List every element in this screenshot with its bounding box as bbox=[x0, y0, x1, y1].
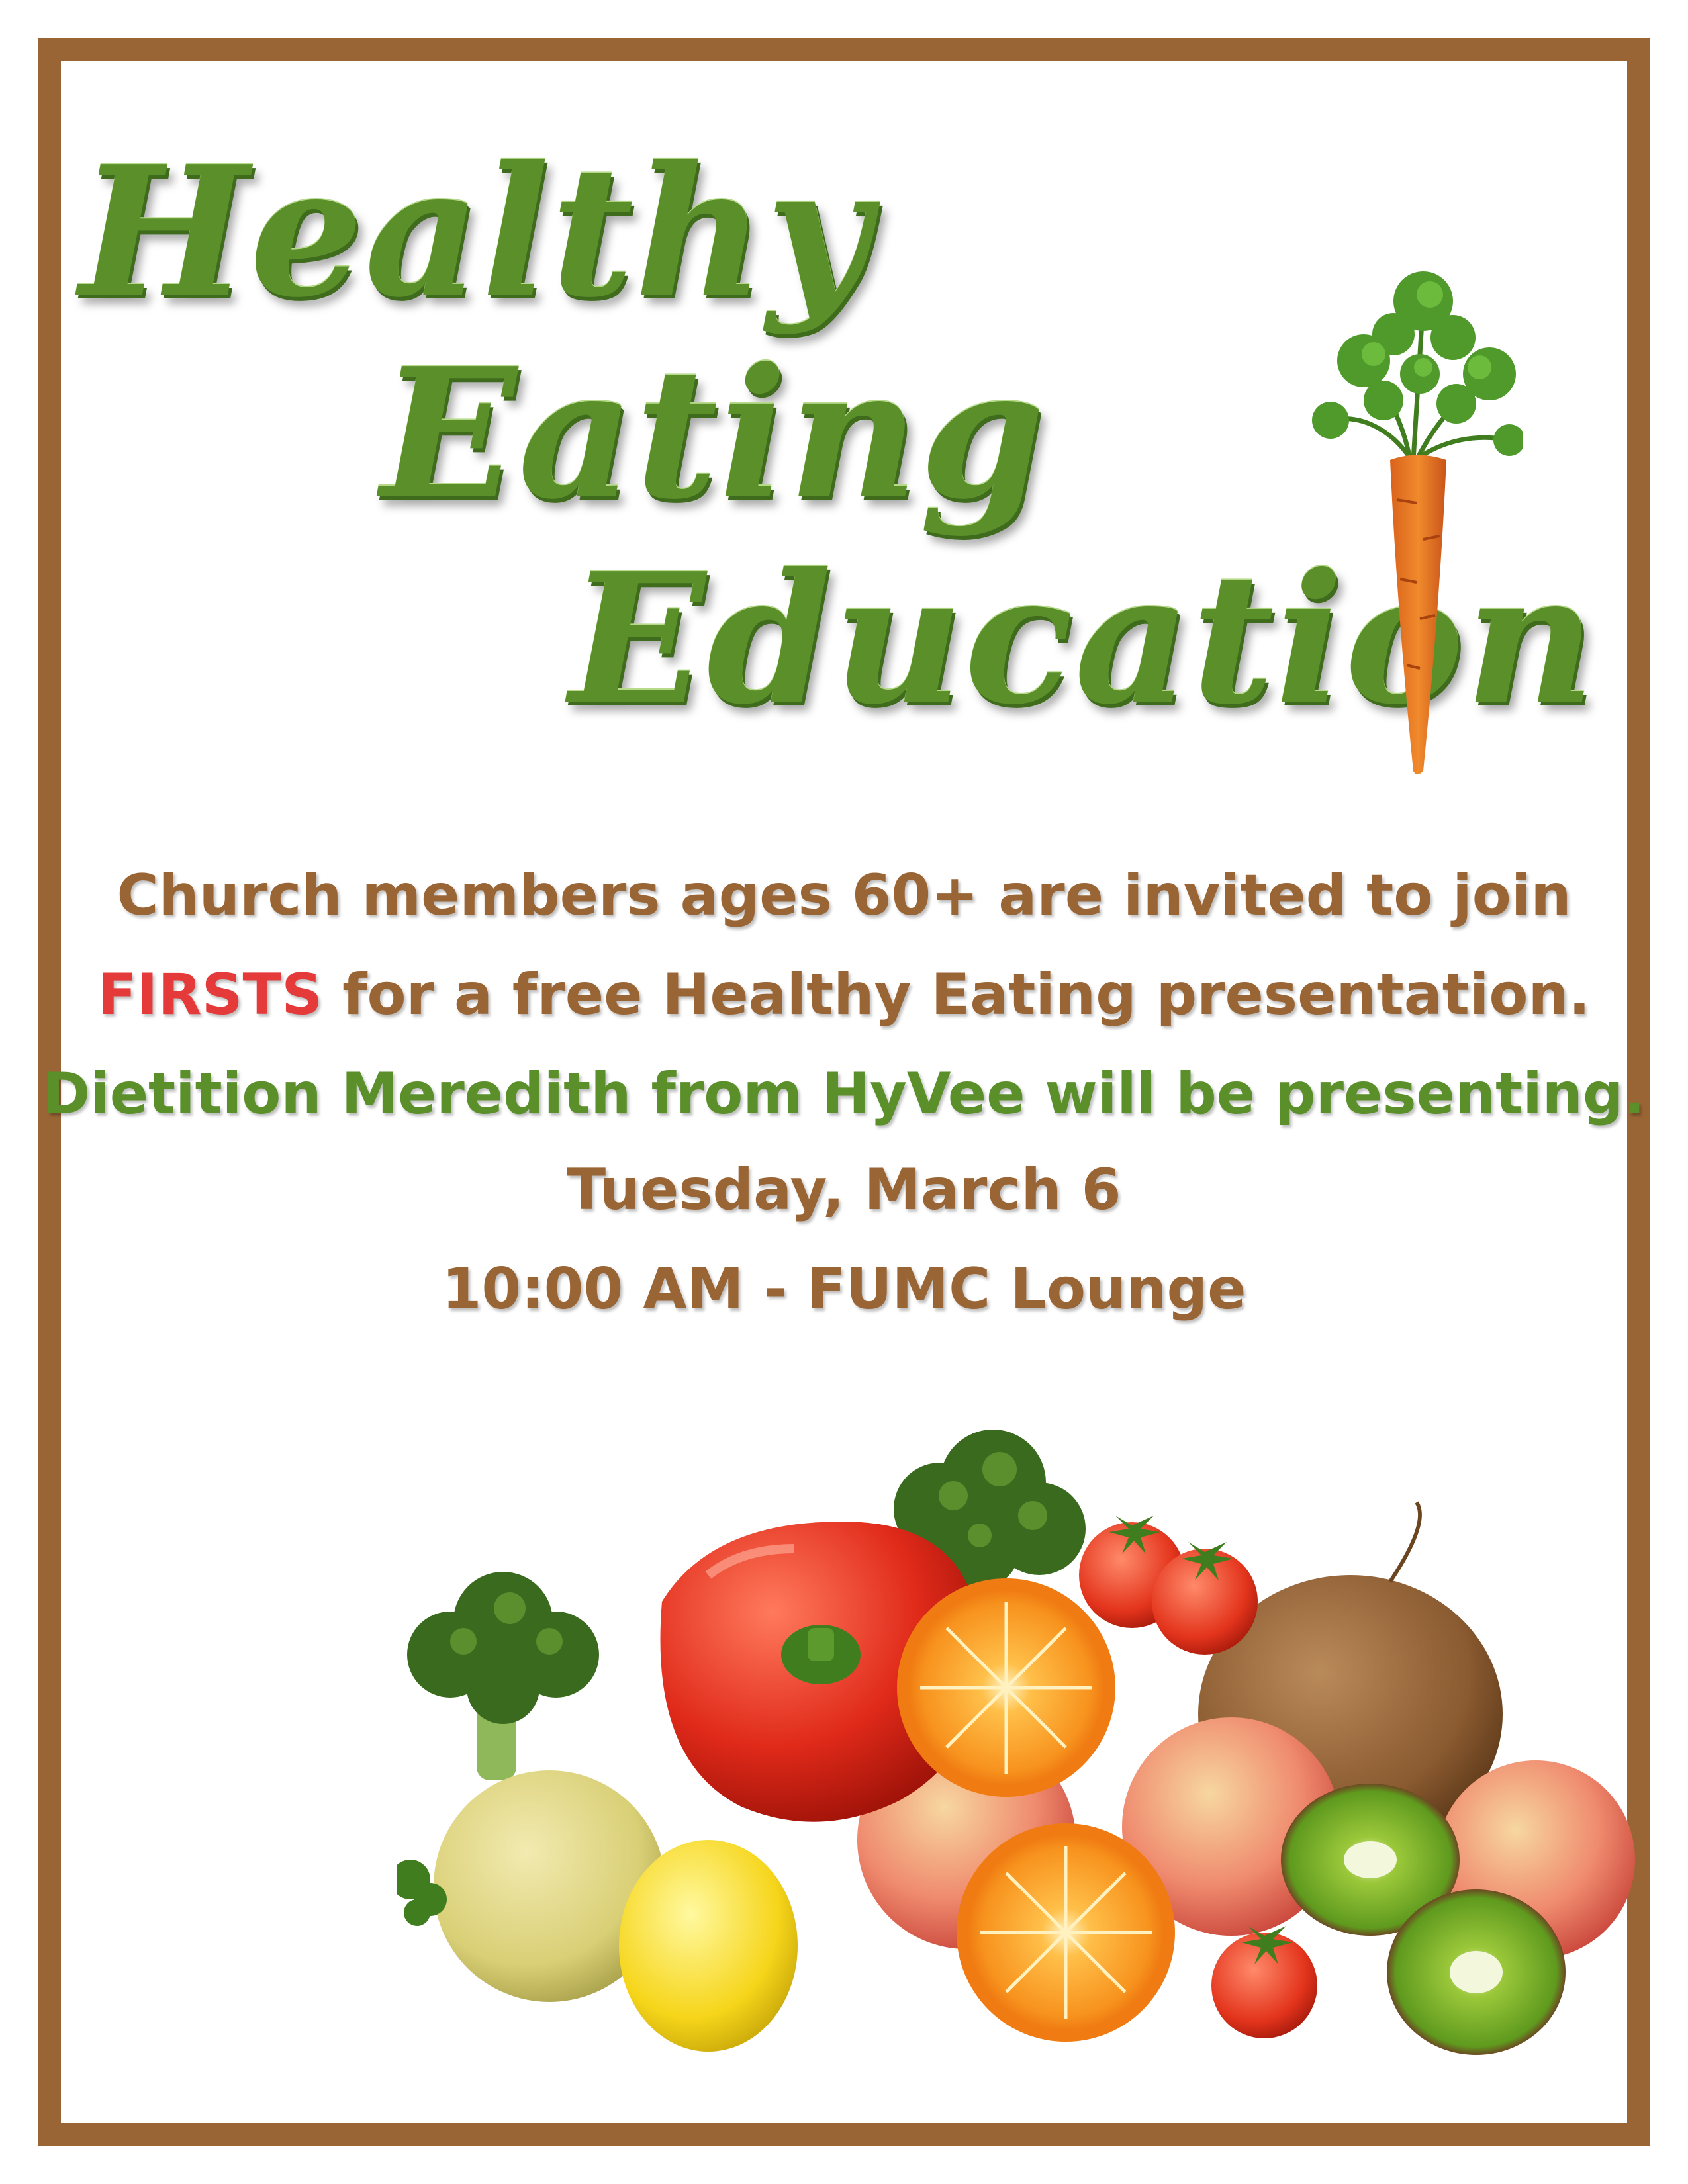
invite-line-2-rest: for a free Healthy Eating presentation. bbox=[322, 962, 1591, 1028]
event-date: Tuesday, March 6 bbox=[567, 1157, 1121, 1223]
title-eating: Eating bbox=[381, 328, 1047, 539]
event-time-location: 10:00 AM - FUMC Lounge bbox=[442, 1256, 1246, 1322]
firsts-highlight: FIRSTS bbox=[97, 962, 323, 1028]
presenter-line: Dietition Meredith from HyVee will be pr… bbox=[42, 1061, 1646, 1127]
invite-line-1: Church members ages 60+ are invited to j… bbox=[117, 862, 1571, 929]
invite-line-2: FIRSTS for a free Healthy Eating present… bbox=[0, 966, 1688, 1023]
carrot-icon bbox=[1312, 271, 1523, 774]
fruit-vegetable-image bbox=[397, 1430, 1635, 2055]
title-healthy: Healthy bbox=[79, 126, 872, 337]
